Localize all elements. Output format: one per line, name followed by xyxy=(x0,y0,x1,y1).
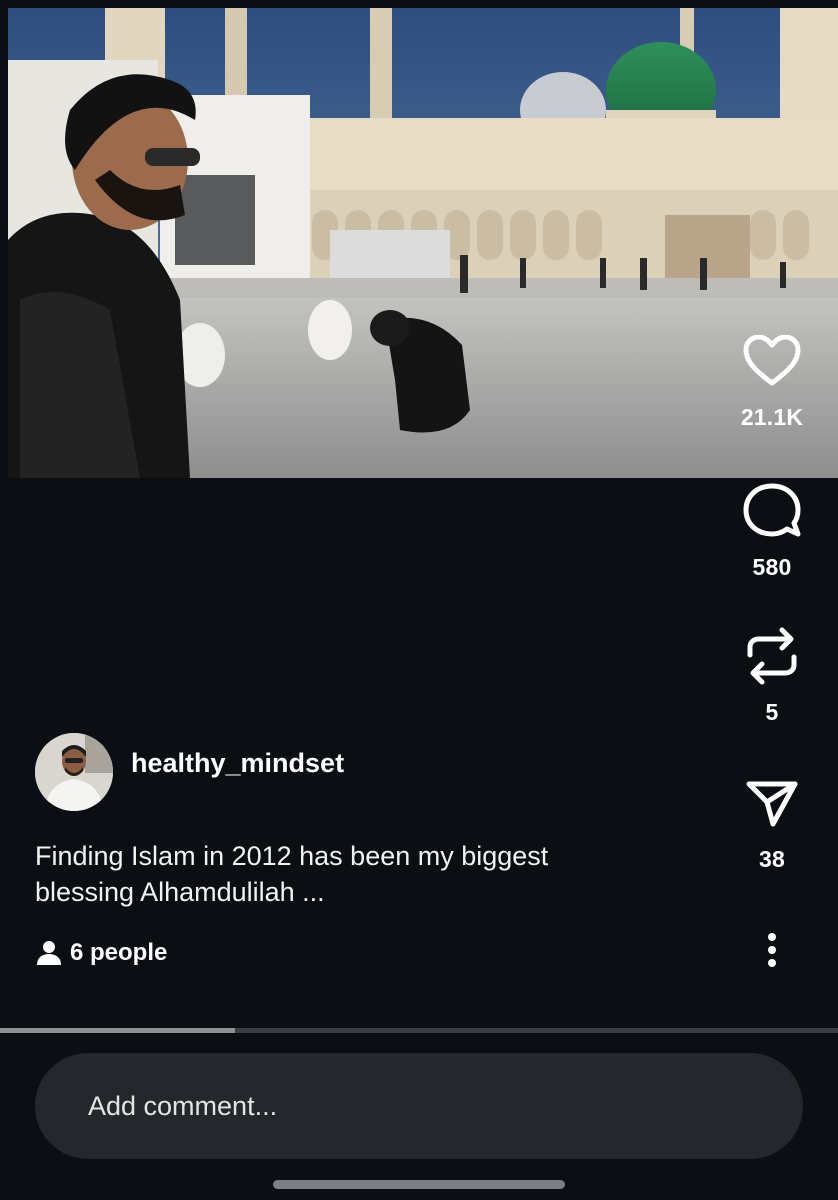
post-caption[interactable]: Finding Islam in 2012 has been my bigges… xyxy=(35,838,675,910)
caption-line: blessing Alhamdulilah ... xyxy=(35,877,325,907)
more-vertical-icon xyxy=(768,933,776,967)
share-count: 38 xyxy=(759,846,785,872)
repost-button[interactable]: 5 xyxy=(707,625,837,726)
home-indicator[interactable] xyxy=(273,1180,565,1189)
comment-count: 580 xyxy=(752,554,792,580)
comment-bubble-icon xyxy=(741,480,803,542)
post-author[interactable]: healthy_mindset xyxy=(35,733,344,811)
like-button[interactable]: 21.1K xyxy=(707,330,837,431)
send-icon xyxy=(741,772,803,834)
repost-count: 5 xyxy=(765,699,779,725)
tagged-people[interactable]: 6 people xyxy=(35,939,167,967)
person-icon xyxy=(37,941,61,965)
comment-button[interactable]: 580 xyxy=(707,480,837,581)
like-count: 21.1K xyxy=(740,404,804,430)
comment-field[interactable] xyxy=(35,1053,803,1159)
video-progress-fill xyxy=(0,1028,235,1033)
caption-line: Finding Islam in 2012 has been my bigges… xyxy=(35,841,549,871)
more-options-button[interactable] xyxy=(752,928,792,972)
video-progress-bar[interactable] xyxy=(0,1028,838,1033)
comment-input[interactable] xyxy=(88,1090,688,1122)
username[interactable]: healthy_mindset xyxy=(131,748,344,779)
avatar[interactable] xyxy=(35,733,113,811)
people-label: 6 people xyxy=(70,939,168,966)
heart-icon xyxy=(741,330,803,392)
repost-icon xyxy=(741,625,803,687)
share-button[interactable]: 38 xyxy=(707,772,837,873)
